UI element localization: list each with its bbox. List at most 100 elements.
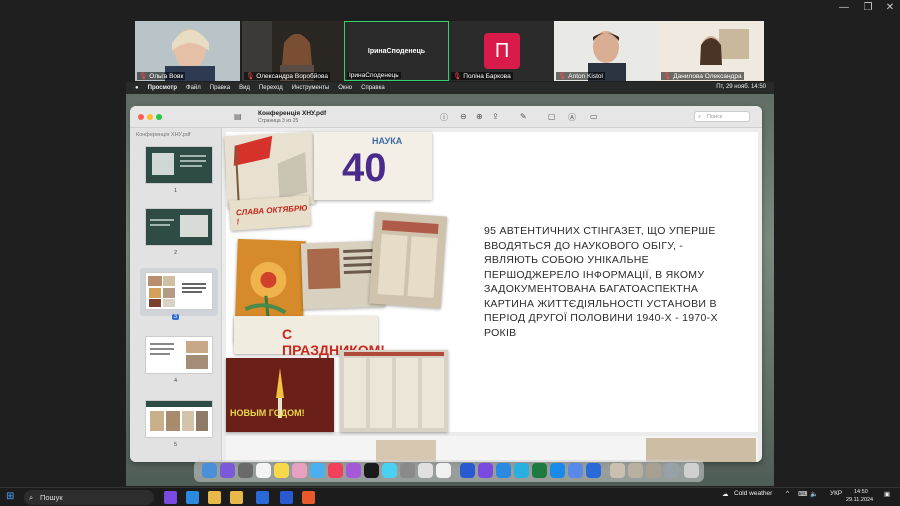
document-stack-icon[interactable] — [610, 463, 625, 478]
windows-start-icon[interactable]: ⊞ — [6, 491, 14, 502]
taskbar-time[interactable]: 14:50 — [854, 489, 868, 495]
pdf-page: НАУКА 40 СЛАВА ОКТЯБРЮ ! С ПРАЗДНИКОМ! Н… — [224, 131, 758, 432]
slide-body-text: 95 АВТЕНТИЧНИХ СТІНГАЗЕТ, ЩО УПЕРШЕ ВВОД… — [484, 225, 718, 339]
info-icon[interactable]: ⓘ — [440, 112, 448, 123]
zoom-in-icon[interactable]: ⊕ — [476, 112, 483, 121]
apple-tv-icon[interactable] — [364, 463, 379, 478]
participant-tile-active[interactable]: ІринаСподенець ІринаСподенець — [344, 21, 449, 81]
word-icon[interactable] — [460, 463, 475, 478]
thumbnail-page-5[interactable] — [145, 400, 213, 438]
app-store-icon[interactable] — [382, 463, 397, 478]
messenger-icon[interactable] — [550, 463, 565, 478]
mic-muted-icon: 🎙 — [558, 73, 567, 80]
participant-tile[interactable]: 🎙 Anton Kistol — [554, 21, 659, 81]
rotate-icon[interactable]: ▢ — [548, 112, 556, 121]
excel-icon[interactable] — [532, 463, 547, 478]
notification-icon[interactable]: ▣ — [884, 490, 890, 498]
sidebar-toggle-icon[interactable]: ▤ — [234, 112, 242, 121]
copilot-icon[interactable] — [164, 491, 177, 504]
taskbar-search[interactable]: ⌕ Пошук — [24, 490, 154, 505]
weather-icon[interactable]: ☁ — [722, 490, 729, 498]
menu-help[interactable]: Справка — [361, 85, 385, 91]
form-fill-icon[interactable]: ▭ — [590, 112, 598, 121]
menu-app[interactable]: Просмотр — [148, 85, 177, 91]
weather-label[interactable]: Cold weather — [734, 490, 772, 497]
zoom-out-icon[interactable]: ⊖ — [460, 112, 467, 121]
apps-grid-icon[interactable] — [238, 463, 253, 478]
network-icon[interactable]: ⌨ — [798, 490, 807, 498]
participant-strip: 🎙 Ольга Вовк 🎙 Олександра Воробйова ІринаС… — [135, 21, 765, 81]
telegram-icon[interactable] — [514, 463, 529, 478]
document-stack-icon[interactable] — [646, 463, 661, 478]
chrome-icon[interactable] — [418, 463, 433, 478]
zoom-meet-icon[interactable] — [586, 463, 601, 478]
close-icon[interactable]: ✕ — [882, 2, 898, 13]
thumbnail-page-4[interactable] — [145, 336, 213, 374]
participant-tile[interactable]: 🎙 Ольга Вовк — [135, 21, 240, 81]
powerpoint-taskbar-icon[interactable] — [302, 491, 315, 504]
thumbnail-page-3[interactable] — [145, 272, 213, 310]
calendar-icon[interactable] — [256, 463, 271, 478]
language-indicator[interactable]: УКР — [830, 490, 842, 497]
settings-icon[interactable] — [400, 463, 415, 478]
newspaper-page-tilted — [368, 211, 448, 309]
participant-name: Данилова Олександра — [673, 73, 742, 80]
windows-taskbar: ⊞ ⌕ Пошук ☁ Cold weather ^ ⌨ 🔈 УКР 14:50… — [0, 487, 900, 506]
mic-muted-icon: 🎙 — [453, 73, 462, 80]
mac-menu-bar: ● Просмотр Файл Правка Вид Переход Инстр… — [126, 82, 774, 94]
mac-dock — [194, 460, 704, 482]
poster-slava-label: СЛАВА ОКТЯБРЮ ! — [235, 203, 308, 227]
file-explorer-icon[interactable] — [208, 491, 221, 504]
minimize-icon[interactable]: — — [836, 2, 852, 13]
zoom-window-icon[interactable] — [156, 114, 162, 120]
poster-new-year-label: НОВЫМ ГОДОМ! — [230, 408, 305, 418]
viber-icon[interactable] — [478, 463, 493, 478]
preview-app-icon[interactable] — [436, 463, 451, 478]
poster-40: НАУКА 40 — [314, 132, 432, 200]
word-taskbar-icon[interactable] — [280, 491, 293, 504]
poster-prazdnik: С ПРАЗДНИКОМ! — [234, 316, 385, 358]
menu-file[interactable]: Файл — [186, 85, 201, 91]
close-window-icon[interactable] — [138, 114, 144, 120]
menu-edit[interactable]: Правка — [210, 85, 230, 91]
search-icon: ⌕ — [29, 493, 34, 502]
zoom-taskbar-icon[interactable] — [256, 491, 269, 504]
preview-window: ▤ Конференція ХНУ.pdf Страница 3 из 25 ⓘ… — [130, 106, 762, 462]
launchpad-icon[interactable] — [220, 463, 235, 478]
chat-icon[interactable] — [568, 463, 583, 478]
notes-icon[interactable] — [274, 463, 289, 478]
maximize-icon[interactable]: ❐ — [860, 2, 876, 13]
edge-icon[interactable] — [186, 491, 199, 504]
volume-icon[interactable]: 🔈 — [810, 490, 818, 498]
zoom-app-icon[interactable] — [496, 463, 511, 478]
participant-name: Олександра Воробйова — [256, 73, 329, 80]
thumbnail-page-2[interactable] — [145, 208, 213, 246]
share-icon[interactable]: ⇪ — [492, 112, 499, 121]
menu-view[interactable]: Вид — [239, 85, 250, 91]
finder-icon[interactable] — [202, 463, 217, 478]
menu-go[interactable]: Переход — [259, 85, 283, 91]
search-input[interactable]: ⌕ Поиск — [694, 111, 750, 122]
maps-icon[interactable] — [310, 463, 325, 478]
menu-window[interactable]: Окно — [338, 85, 352, 91]
participant-tile[interactable]: 🎙 Данилова Олександра — [659, 21, 764, 81]
shared-screen: ● Просмотр Файл Правка Вид Переход Инстр… — [126, 82, 774, 486]
search-icon: ⌕ — [698, 114, 702, 120]
document-stack-icon[interactable] — [628, 463, 643, 478]
participant-tile[interactable]: 🎙 Олександра Воробйова — [242, 21, 347, 81]
menu-tools[interactable]: Инструменты — [292, 85, 329, 91]
apple-icon[interactable]: ● — [135, 85, 139, 91]
participant-tile[interactable]: П 🎙 Поліна Баркова — [449, 21, 554, 81]
folder-icon[interactable] — [230, 491, 243, 504]
minimize-window-icon[interactable] — [147, 114, 153, 120]
music-icon[interactable] — [328, 463, 343, 478]
document-stack-icon[interactable] — [664, 463, 679, 478]
tray-overflow-icon[interactable]: ^ — [786, 490, 789, 497]
trash-icon[interactable] — [684, 463, 699, 478]
podcasts-icon[interactable] — [346, 463, 361, 478]
photos-icon[interactable] — [292, 463, 307, 478]
annotate-icon[interactable]: Ⓐ — [568, 112, 576, 123]
taskbar-date[interactable]: 29.11.2024 — [846, 497, 873, 503]
markup-pen-icon[interactable]: ✎ — [520, 112, 527, 121]
thumbnail-page-1[interactable] — [145, 146, 213, 184]
